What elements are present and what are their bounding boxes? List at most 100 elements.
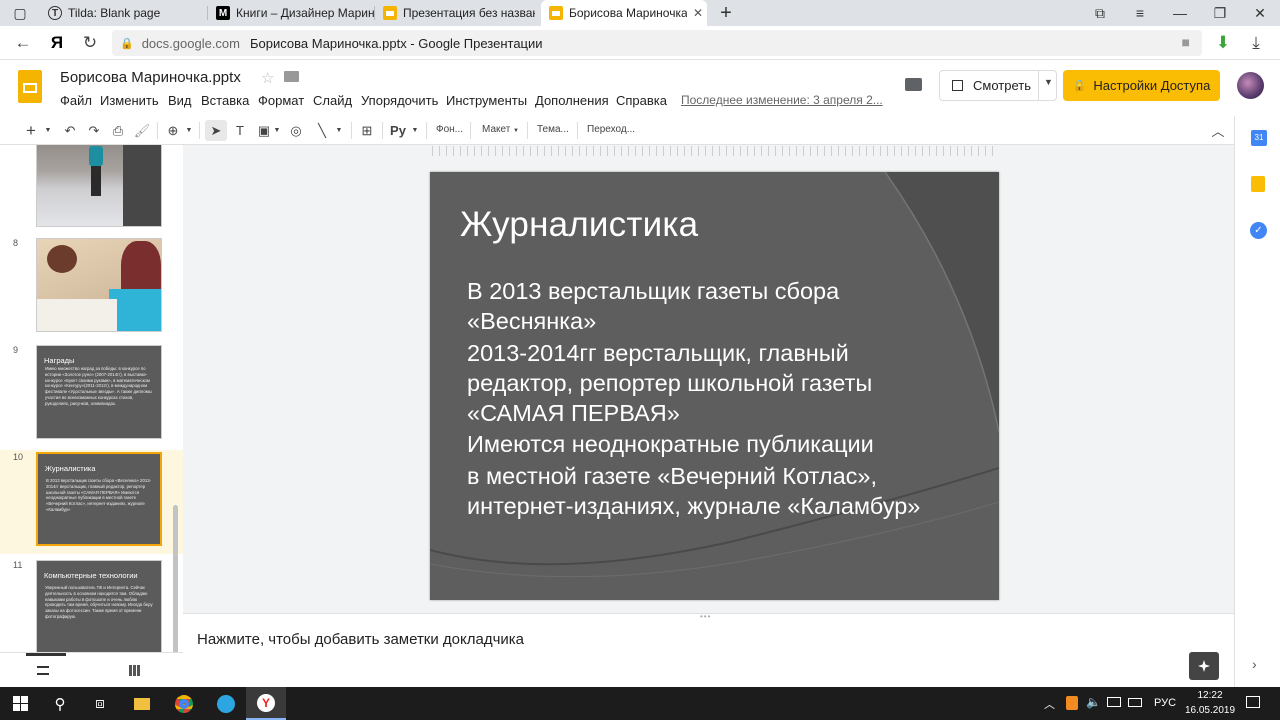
notes-divider[interactable]: •••: [183, 612, 1234, 621]
menu-addons[interactable]: Дополнения: [535, 93, 609, 108]
file-explorer-icon[interactable]: [122, 687, 162, 720]
tab-books[interactable]: M Книги – Дизайнер Марина: [208, 0, 374, 26]
minimize-icon[interactable]: —: [1160, 0, 1200, 26]
layout-button[interactable]: Макет: [482, 124, 510, 135]
image-icon[interactable]: ▣: [254, 120, 274, 141]
paint-format-icon[interactable]: 🖌: [132, 120, 152, 141]
windows-start-icon[interactable]: [0, 687, 40, 720]
star-icon[interactable]: ☆: [261, 69, 274, 87]
speaker-notes[interactable]: Нажмите, чтобы добавить заметки докладчи…: [197, 631, 524, 648]
tab-untitled-presentation[interactable]: Презентация без названия: [375, 0, 535, 26]
calendar-icon[interactable]: 31: [1251, 130, 1267, 146]
tray-overflow-icon[interactable]: ︿: [1044, 696, 1055, 712]
chevron-down-icon[interactable]: ▼: [42, 120, 54, 141]
slide-title[interactable]: Журналистика: [460, 205, 698, 245]
chevron-down-icon[interactable]: ▼: [410, 120, 420, 141]
close-window-icon[interactable]: ✕: [1240, 0, 1280, 26]
tray-app-icon[interactable]: [1066, 696, 1078, 710]
redo-icon[interactable]: ↷: [84, 120, 104, 141]
reload-icon[interactable]: ↻: [78, 31, 102, 55]
menu-file[interactable]: Файл: [60, 93, 92, 108]
close-tab-icon[interactable]: ✕: [693, 6, 703, 20]
tasks-icon[interactable]: ✓: [1250, 222, 1267, 239]
grid-view-icon[interactable]: [129, 665, 141, 676]
chevron-down-icon[interactable]: ▼: [184, 120, 194, 141]
add-comment-icon[interactable]: ⊞: [357, 120, 377, 141]
docs-header: Борисова Мариночка.pptx ☆ Файл Изменить …: [0, 60, 1280, 116]
new-slide-icon[interactable]: +: [20, 120, 42, 141]
text-box-icon[interactable]: T: [230, 120, 250, 141]
new-tab-button[interactable]: +: [706, 0, 746, 26]
battery-icon[interactable]: [1128, 698, 1142, 707]
lock-icon: 🔒: [1072, 80, 1087, 92]
restore-icon[interactable]: ❐: [1200, 0, 1240, 26]
document-title[interactable]: Борисова Мариночка.pptx: [60, 69, 241, 86]
slides-logo[interactable]: [18, 70, 42, 103]
comments-icon[interactable]: [905, 78, 922, 91]
collapse-toolbar-icon[interactable]: ︿: [1208, 120, 1228, 141]
downloads-icon[interactable]: ⤓: [1244, 31, 1268, 55]
menu-view[interactable]: Вид: [168, 93, 192, 108]
chevron-down-icon[interactable]: ▼: [272, 120, 282, 141]
task-view-icon[interactable]: ⧈: [80, 687, 120, 720]
menu-icon[interactable]: ≡: [1120, 0, 1160, 26]
yandex-browser-icon[interactable]: Y: [246, 687, 286, 720]
clock-time[interactable]: 12:22: [1186, 690, 1234, 701]
folder-icon[interactable]: [284, 71, 299, 82]
yandex-icon[interactable]: Я: [45, 31, 69, 55]
menu-tools[interactable]: Инструменты: [446, 93, 527, 108]
last-edit-link[interactable]: Последнее изменение: 3 апреля 2...: [681, 93, 883, 107]
background-button[interactable]: Фон...: [436, 124, 463, 135]
slide-thumbnail-8[interactable]: [36, 238, 162, 332]
menu-insert[interactable]: Вставка: [201, 93, 249, 108]
filmstrip-scrollbar[interactable]: [173, 505, 178, 652]
current-slide[interactable]: Журналистика В 2013 верстальщик газеты с…: [430, 172, 999, 600]
explore-button[interactable]: [1189, 652, 1219, 680]
search-icon[interactable]: ⚲: [40, 687, 80, 720]
theme-button[interactable]: Тема...: [537, 124, 569, 135]
tab-borisova-presentation[interactable]: Борисова Мариночка.pptx ✕: [541, 0, 707, 26]
bookmarks-icon[interactable]: ⧉: [1080, 0, 1120, 26]
clock-date[interactable]: 16.05.2019: [1182, 705, 1238, 716]
language-indicator[interactable]: РУС: [1154, 697, 1176, 709]
chevron-down-icon[interactable]: ▼: [1044, 77, 1053, 87]
menu-format[interactable]: Формат: [258, 93, 304, 108]
address-bar[interactable]: 🔒 docs.google.com Борисова Мариночка.ppt…: [112, 30, 1202, 56]
chrome-icon[interactable]: [164, 687, 204, 720]
chevron-right-icon[interactable]: ›: [1252, 656, 1257, 672]
volume-icon[interactable]: 🔈: [1086, 695, 1101, 709]
transition-button[interactable]: Переход...: [587, 124, 635, 135]
back-icon[interactable]: ←: [11, 31, 35, 55]
keep-icon[interactable]: [1251, 176, 1265, 192]
chevron-down-icon[interactable]: ▼: [512, 120, 520, 141]
menu-arrange[interactable]: Упорядочить: [361, 93, 438, 108]
slide-thumbnail-11[interactable]: Компьютерные технологии Уверенный пользо…: [36, 560, 162, 652]
notifications-icon[interactable]: [1246, 696, 1260, 708]
menu-edit[interactable]: Изменить: [100, 93, 159, 108]
network-icon[interactable]: [1107, 697, 1121, 707]
url-page-title: Борисова Мариночка.pptx - Google Презент…: [249, 35, 543, 51]
tab-list-icon[interactable]: ▢: [0, 0, 40, 26]
tab-tilda[interactable]: T Tilda: Blank page: [40, 0, 200, 26]
shape-icon[interactable]: ◎: [286, 120, 306, 141]
menu-help[interactable]: Справка: [616, 93, 667, 108]
telegram-icon[interactable]: [206, 687, 246, 720]
zoom-icon[interactable]: ⊕: [164, 120, 182, 141]
undo-icon[interactable]: ↶: [60, 120, 80, 141]
bookmark-icon[interactable]: ■: [1182, 34, 1190, 50]
slide-thumbnail-9[interactable]: Награды Имею множество наград за победы:…: [36, 345, 162, 439]
share-button[interactable]: 🔒 Настройки Доступа: [1063, 70, 1220, 101]
slide-thumbnail-7[interactable]: [36, 145, 162, 227]
print-icon[interactable]: ⎙: [108, 120, 128, 141]
protect-icon[interactable]: ⬇: [1211, 31, 1235, 55]
slide-body[interactable]: В 2013 верстальщик газеты сбора «Веснянк…: [467, 276, 947, 522]
present-button[interactable]: Смотреть ▼: [939, 70, 1057, 101]
chevron-down-icon[interactable]: ▼: [334, 120, 344, 141]
list-view-icon[interactable]: [37, 666, 49, 675]
slide-thumbnail-10[interactable]: Журналистика В 2013 верстальщик газеты с…: [36, 452, 162, 546]
input-tools-button[interactable]: Ру: [388, 120, 408, 141]
menu-slide[interactable]: Слайд: [313, 93, 352, 108]
avatar[interactable]: [1237, 72, 1264, 99]
line-icon[interactable]: ╲: [312, 120, 332, 141]
select-cursor-icon[interactable]: ➤: [205, 120, 227, 141]
